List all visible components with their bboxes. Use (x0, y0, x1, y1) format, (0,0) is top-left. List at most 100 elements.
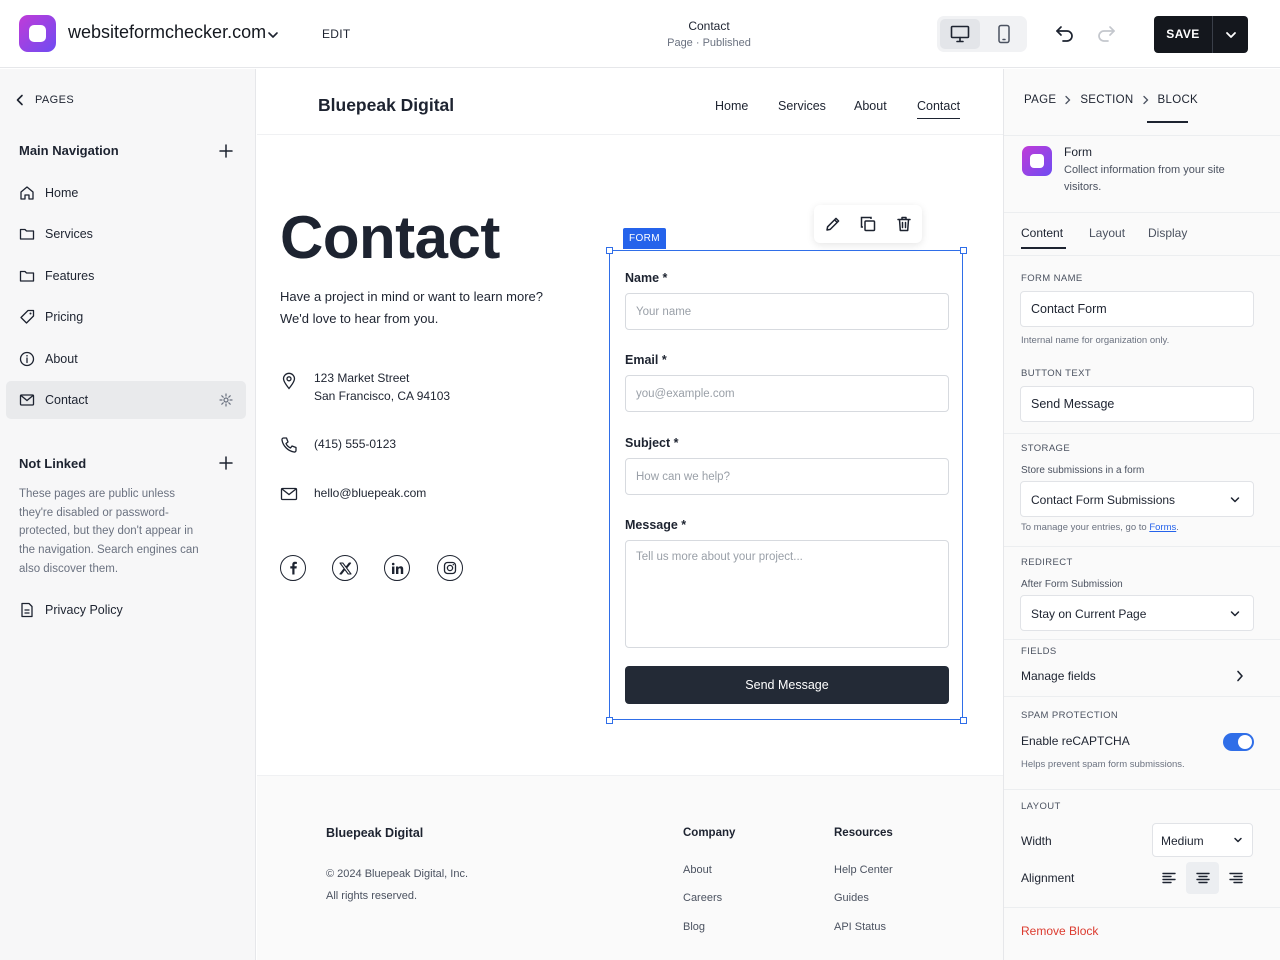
page-canvas: Bluepeak Digital Home Services About Con… (257, 69, 1003, 960)
contact-form-block[interactable]: Name * Email * Subject * Message * Send … (605, 246, 967, 724)
folder-icon (19, 226, 35, 242)
document-icon (19, 602, 35, 618)
save-options-button[interactable] (1213, 16, 1248, 53)
footer-link-guides[interactable]: Guides (834, 892, 869, 904)
redirect-select[interactable]: Stay on Current Page (1020, 595, 1254, 631)
desktop-icon (950, 25, 970, 43)
send-message-button[interactable]: Send Message (625, 666, 949, 704)
form-name-input[interactable] (1020, 291, 1254, 327)
phone-number[interactable]: (415) 555-0123 (314, 435, 396, 453)
block-description: Collect information from your site visit… (1064, 164, 1225, 193)
fields-caption: FIELDS (1021, 646, 1057, 657)
footer-link-help-center[interactable]: Help Center (834, 864, 893, 876)
desktop-view-button[interactable] (940, 19, 980, 49)
recaptcha-toggle[interactable] (1223, 733, 1254, 751)
manage-fields-button[interactable]: Manage fields (1021, 666, 1255, 694)
undo-icon[interactable] (1054, 23, 1076, 43)
sidebar-item-privacy-policy[interactable]: Privacy Policy (6, 591, 246, 629)
linkedin-link[interactable] (384, 555, 410, 581)
sidebar-item-label: Pricing (45, 310, 84, 324)
site-selector-label[interactable]: websiteformchecker.com (68, 22, 266, 43)
chevron-left-icon (15, 94, 25, 106)
facebook-icon (287, 561, 299, 575)
current-page-title: Contact (688, 19, 730, 33)
breadcrumb-section[interactable]: SECTION (1080, 94, 1133, 106)
forms-link[interactable]: Forms (1149, 522, 1176, 533)
sidebar-item-features[interactable]: Features (6, 257, 246, 295)
width-label: Width (1021, 834, 1052, 848)
sidebar-item-services[interactable]: Services (6, 215, 246, 253)
tab-layout[interactable]: Layout (1089, 226, 1125, 240)
site-brand[interactable]: Bluepeak Digital (318, 95, 454, 116)
site-nav-about[interactable]: About (854, 99, 887, 113)
site-nav-services[interactable]: Services (778, 99, 826, 113)
sidebar-item-contact[interactable]: Contact (6, 381, 246, 419)
manage-fields-label: Manage fields (1021, 669, 1096, 683)
breadcrumb-active-indicator (1147, 121, 1188, 123)
storage-select[interactable]: Contact Form Submissions (1020, 481, 1254, 517)
home-icon (19, 185, 35, 201)
sidebar-item-pricing[interactable]: Pricing (6, 298, 246, 336)
breadcrumb: PAGE SECTION BLOCK (1024, 94, 1198, 106)
info-icon (19, 351, 35, 367)
message-label: Message * (625, 518, 687, 532)
footer-link-api-status[interactable]: API Status (834, 921, 886, 933)
divider (1004, 789, 1280, 790)
mobile-icon (997, 24, 1011, 44)
breadcrumb-page[interactable]: PAGE (1024, 94, 1056, 106)
edit-button[interactable]: EDIT (322, 27, 351, 41)
gear-icon[interactable] (219, 393, 233, 407)
trash-icon[interactable] (895, 215, 913, 233)
form-block-icon (1022, 146, 1052, 176)
tag-icon (19, 309, 35, 325)
remove-block-button[interactable]: Remove Block (1021, 924, 1098, 938)
x-link[interactable] (332, 555, 358, 581)
subject-field[interactable] (625, 458, 949, 495)
redirect-select-value: Stay on Current Page (1031, 607, 1147, 621)
duplicate-icon[interactable] (859, 215, 877, 233)
width-select[interactable]: Medium (1152, 823, 1253, 857)
x-icon (338, 561, 352, 575)
resize-handle[interactable] (605, 716, 613, 724)
width-select-value: Medium (1161, 834, 1204, 848)
resize-handle[interactable] (605, 246, 613, 254)
resize-handle[interactable] (959, 716, 967, 724)
email-address[interactable]: hello@bluepeak.com (314, 484, 426, 502)
mobile-view-button[interactable] (984, 19, 1024, 49)
align-left-button[interactable] (1152, 862, 1186, 894)
site-nav-contact[interactable]: Contact (917, 99, 961, 119)
message-field[interactable] (625, 540, 949, 648)
save-button[interactable]: SAVE (1154, 16, 1212, 53)
divider (1004, 907, 1280, 908)
button-text-input[interactable] (1020, 386, 1254, 422)
layout-caption: LAYOUT (1021, 801, 1061, 812)
tab-content[interactable]: Content (1021, 226, 1063, 240)
resize-handle[interactable] (959, 246, 967, 254)
hero-text: Have a project in mind or want to learn … (280, 289, 544, 326)
sidebar-item-about[interactable]: About (6, 340, 246, 378)
current-page-status: Page · Published (667, 37, 751, 49)
tab-display[interactable]: Display (1148, 226, 1187, 240)
align-right-button[interactable] (1219, 862, 1253, 894)
edit-icon[interactable] (824, 215, 842, 233)
chevron-down-icon[interactable] (266, 28, 280, 42)
instagram-link[interactable] (437, 555, 463, 581)
sidebar-item-home[interactable]: Home (6, 174, 246, 212)
add-page-button[interactable] (218, 143, 234, 159)
back-to-pages-button[interactable]: PAGES (15, 94, 74, 106)
add-unlinked-page-button[interactable] (218, 455, 234, 471)
footer-link-about[interactable]: About (683, 864, 712, 876)
divider (1004, 696, 1280, 697)
email-field[interactable] (625, 375, 949, 412)
facebook-link[interactable] (280, 555, 306, 581)
breadcrumb-block[interactable]: BLOCK (1158, 94, 1199, 106)
name-field[interactable] (625, 293, 949, 330)
site-nav-home[interactable]: Home (715, 99, 748, 113)
top-bar: websiteformchecker.com EDIT Contact Page… (0, 0, 1280, 68)
divider (1004, 255, 1280, 256)
footer-link-careers[interactable]: Careers (683, 892, 722, 904)
mail-icon (280, 485, 298, 503)
align-center-button[interactable] (1185, 862, 1220, 894)
footer-link-blog[interactable]: Blog (683, 921, 705, 933)
redo-icon[interactable] (1095, 23, 1117, 43)
